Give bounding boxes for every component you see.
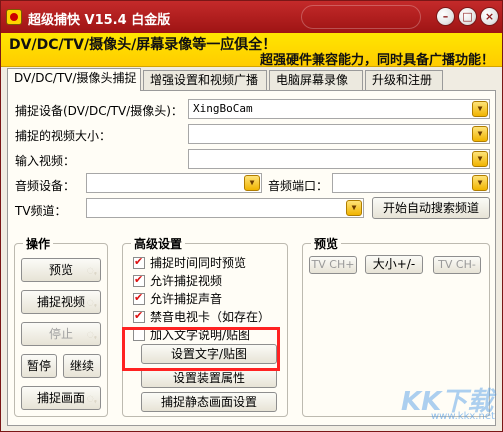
device-label: 捕捉设备(DV/DC/TV/摄像头)： <box>15 104 183 118</box>
chevron-down-icon[interactable]: ▼ <box>244 175 260 191</box>
video-size-label: 捕捉的视频大小： <box>15 129 112 143</box>
advanced-settings-group: 高级设置 捕捉时间同时预览 允许捕捉视频 允许捕捉声音 禁音电视卡（如存在） 加… <box>122 235 288 417</box>
watermark-url: www.kkx.net <box>431 411 495 422</box>
tv-channel-up-button[interactable]: TV CH+ <box>309 256 357 274</box>
operations-title: 操作 <box>23 235 54 252</box>
title-decoration <box>301 5 421 29</box>
checkbox-icon[interactable] <box>133 309 145 323</box>
auto-search-channels-button[interactable]: 开始自动搜索频道 <box>372 197 490 219</box>
tab-enhanced-broadcast[interactable]: 增强设置和视频广播 <box>143 70 267 90</box>
input-video-label: 输入视频： <box>15 154 76 168</box>
capture-video-button[interactable]: 捕捉视频 <box>21 290 101 314</box>
maximize-button[interactable]: □ <box>458 7 477 26</box>
banner-line-2: 超强硬件兼容能力，同时具备广播功能！ <box>259 53 494 68</box>
option-label: 禁音电视卡（如存在） <box>150 310 271 324</box>
input-video-select[interactable]: ▼ <box>188 149 490 169</box>
window-title: 超级捕快 V15.4 白金版 <box>28 13 171 28</box>
banner-line-1: DV/DC/TV/摄像头/屏幕录像等一应俱全！ <box>9 37 277 53</box>
close-button[interactable]: × <box>480 7 499 26</box>
option-mute-tv-card[interactable]: 禁音电视卡（如存在） <box>133 308 270 326</box>
option-allow-audio[interactable]: 允许捕捉声音 <box>133 290 222 308</box>
checkbox-icon[interactable] <box>133 273 145 287</box>
title-bar[interactable]: 超级捕快 V15.4 白金版 – □ × <box>1 1 502 33</box>
capture-panel: 捕捉设备(DV/DC/TV/摄像头)： XingBoCam ▼ 捕捉的视频大小：… <box>7 90 496 426</box>
set-text-overlay-button[interactable]: 设置文字/贴图 <box>141 344 277 364</box>
minimize-button[interactable]: – <box>436 7 455 26</box>
option-add-text-overlay[interactable]: 加入文字说明/贴图 <box>133 326 250 344</box>
checkbox-icon[interactable] <box>133 291 145 305</box>
app-window: 超级捕快 V15.4 白金版 – □ × DV/DC/TV/摄像头/屏幕录像等一… <box>0 0 503 432</box>
chevron-down-icon[interactable]: ▼ <box>472 126 488 142</box>
tab-screen-recording[interactable]: 电脑屏幕录像 <box>269 70 363 90</box>
operations-group: 操作 预览 捕捉视频 停止 暂停 继续 捕捉画面 <box>14 235 108 417</box>
video-size-select[interactable]: ▼ <box>188 124 490 144</box>
promo-banner: DV/DC/TV/摄像头/屏幕录像等一应俱全！ 超强硬件兼容能力，同时具备广播功… <box>1 33 502 68</box>
tv-channel-label: TV频道： <box>15 204 67 218</box>
audio-port-select[interactable]: ▼ <box>332 173 490 193</box>
option-allow-video[interactable]: 允许捕捉视频 <box>133 272 222 290</box>
option-label: 允许捕捉视频 <box>150 274 223 288</box>
device-select-value: XingBoCam <box>193 102 253 115</box>
chevron-down-icon[interactable]: ▼ <box>472 175 488 191</box>
size-toggle-button[interactable]: 大小+/- <box>365 255 423 274</box>
audio-port-label: 音频端口： <box>268 179 329 193</box>
audio-device-label: 音频设备： <box>15 179 76 193</box>
tab-upgrade-register[interactable]: 升级和注册 <box>365 70 443 90</box>
chevron-down-icon[interactable]: ▼ <box>472 101 488 117</box>
capture-frame-button[interactable]: 捕捉画面 <box>21 386 101 410</box>
tab-capture[interactable]: DV/DC/TV/摄像头捕捉 <box>7 68 141 91</box>
checkbox-icon[interactable] <box>133 329 145 341</box>
advanced-settings-title: 高级设置 <box>131 235 186 252</box>
preview-title: 预览 <box>311 235 342 252</box>
preview-button[interactable]: 预览 <box>21 258 101 282</box>
device-select[interactable]: XingBoCam ▼ <box>188 99 490 119</box>
device-properties-button[interactable]: 设置装置属性 <box>141 368 277 388</box>
pause-button[interactable]: 暂停 <box>21 354 57 378</box>
option-label: 允许捕捉声音 <box>150 292 223 306</box>
resume-button[interactable]: 继续 <box>63 354 101 378</box>
chevron-down-icon[interactable]: ▼ <box>472 151 488 167</box>
still-capture-settings-button[interactable]: 捕捉静态画面设置 <box>141 392 277 412</box>
app-logo-icon <box>6 9 22 25</box>
tv-channel-select[interactable]: ▼ <box>86 198 364 218</box>
option-label: 捕捉时间同时预览 <box>150 256 247 270</box>
tv-channel-down-button[interactable]: TV CH- <box>433 256 481 274</box>
checkbox-icon[interactable] <box>133 255 145 269</box>
stop-button[interactable]: 停止 <box>21 322 101 346</box>
chevron-down-icon[interactable]: ▼ <box>346 200 362 216</box>
option-preview-while-capture[interactable]: 捕捉时间同时预览 <box>133 254 246 272</box>
audio-device-select[interactable]: ▼ <box>86 173 262 193</box>
option-label: 加入文字说明/贴图 <box>150 328 251 342</box>
